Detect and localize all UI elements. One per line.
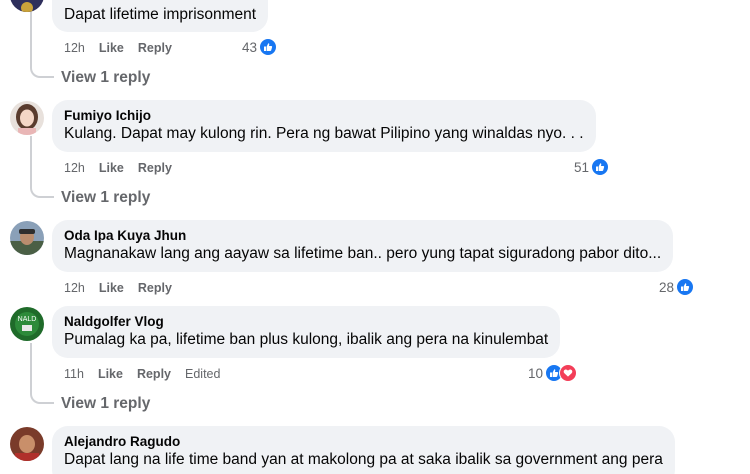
reaction-summary[interactable]: 28: [659, 278, 695, 296]
avatar[interactable]: [10, 101, 44, 135]
comment-time[interactable]: 12h: [64, 281, 85, 295]
comment-time[interactable]: 12h: [64, 41, 85, 55]
like-button[interactable]: Like: [99, 281, 124, 295]
like-icon: [259, 38, 278, 56]
comment-author[interactable]: Fumiyo Ichijo: [64, 107, 584, 124]
comment-bubble: Naldgolfer Vlog Pumalag ka pa, lifetime …: [52, 306, 561, 358]
like-icon: [591, 158, 610, 176]
comment-text: Dapat lifetime imprisonment: [64, 6, 257, 23]
comment-bubble: Oda Ipa Kuya Jhun Magnanakaw lang ang aa…: [52, 220, 674, 272]
avatar[interactable]: NALD: [10, 307, 44, 341]
comment-actions: 12h Like Reply: [64, 160, 172, 176]
comment-text: Kulang. Dapat may kulong rin. Pera ng ba…: [64, 125, 584, 142]
comment-actions: 12h Like Reply: [64, 280, 172, 296]
reply-button[interactable]: Reply: [138, 41, 172, 55]
avatar[interactable]: [10, 0, 44, 12]
comment-time[interactable]: 12h: [64, 161, 85, 175]
reaction-count: 51: [574, 159, 590, 175]
comment-author[interactable]: Naldgolfer Vlog: [64, 313, 548, 330]
reaction-count: 28: [659, 279, 675, 295]
comment-text: Magnanakaw lang ang aayaw sa lifetime ba…: [64, 245, 662, 262]
reply-button[interactable]: Reply: [138, 161, 172, 175]
reply-button[interactable]: Reply: [137, 367, 171, 381]
reaction-summary[interactable]: 43: [242, 38, 278, 56]
comment-bubble: Fumiyo Ichijo Kulang. Dapat may kulong r…: [52, 100, 596, 152]
comment-bubble: Alejandro Ragudo Dapat lang na life time…: [52, 426, 675, 474]
thread-elbow: [30, 184, 54, 198]
like-button[interactable]: Like: [99, 161, 124, 175]
reaction-summary[interactable]: 51: [574, 158, 610, 176]
comment-author[interactable]: Oda Ipa Kuya Jhun: [64, 227, 661, 244]
avatar[interactable]: [10, 427, 44, 461]
reaction-count: 10: [528, 365, 544, 381]
comment-bubble: Dapat lifetime imprisonment: [52, 0, 269, 32]
thread-elbow: [30, 64, 54, 78]
avatar[interactable]: [10, 221, 44, 255]
comment-text: Dapat lang na life time band yan at mako…: [64, 451, 663, 468]
like-icon: [676, 278, 695, 296]
view-replies-link[interactable]: View 1 reply: [61, 69, 150, 87]
reply-button[interactable]: Reply: [138, 281, 172, 295]
comment-actions: 11h Like Reply Edited: [64, 366, 220, 382]
like-button[interactable]: Like: [98, 367, 123, 381]
svg-text:NALD: NALD: [18, 316, 37, 323]
reaction-count: 43: [242, 39, 258, 55]
edited-label: Edited: [185, 367, 221, 381]
view-replies-link[interactable]: View 1 reply: [61, 395, 150, 413]
comment-actions: 12h Like Reply: [64, 40, 172, 56]
view-replies-link[interactable]: View 1 reply: [61, 189, 150, 207]
reaction-summary[interactable]: 10: [528, 364, 578, 382]
heart-icon: [559, 364, 578, 382]
comment-text: Pumalag ka pa, lifetime ban plus kulong,…: [64, 331, 549, 348]
comment-author[interactable]: Alejandro Ragudo: [64, 433, 663, 450]
comment-time[interactable]: 11h: [64, 367, 84, 381]
thread-line: [30, 136, 32, 184]
thread-elbow: [30, 390, 54, 404]
like-button[interactable]: Like: [99, 41, 124, 55]
thread-line: [30, 343, 32, 390]
